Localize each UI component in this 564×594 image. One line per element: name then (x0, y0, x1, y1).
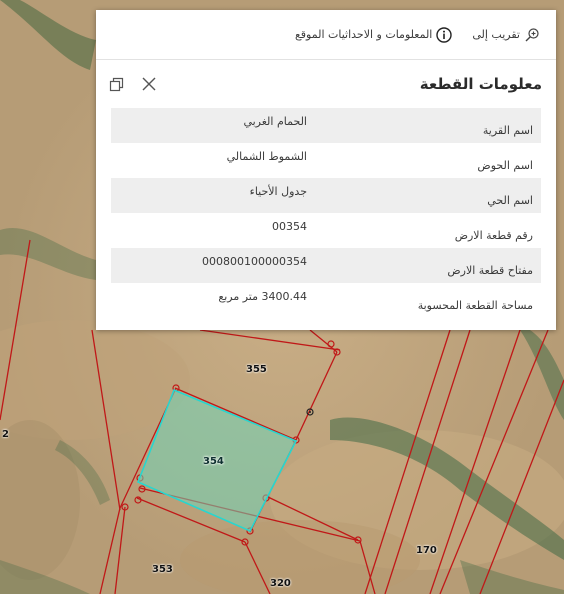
parcel-label-170: 170 (416, 545, 437, 556)
close-icon[interactable] (140, 75, 158, 93)
info-coordinates-label: المعلومات و الاحداثيات الموقع (294, 28, 433, 41)
table-row: مساحة القطعة المحسوبة 3400.44 متر مربع (111, 283, 541, 318)
parcel-label-2: 2 (2, 429, 9, 440)
zoom-in-icon (525, 27, 539, 41)
attribute-key: رقم قطعة الارض (454, 229, 533, 242)
attribute-key: اسم الحوض (477, 159, 533, 172)
table-row: اسم الحي جدول الأحياء (111, 178, 541, 213)
map-view[interactable]: 355 354 353 320 170 2 تقريب إلى المعلوما… (0, 0, 564, 594)
attribute-value: 000800100000354 (202, 255, 307, 268)
popup-header: معلومات القطعة (96, 60, 556, 108)
table-row: مفتاح قطعة الارض 000800100000354 (111, 248, 541, 283)
attribute-value: 00354 (272, 220, 307, 233)
popup-actions-bar: تقريب إلى المعلومات و الاحداثيات الموقع (96, 10, 556, 60)
attribute-value: جدول الأحياء (249, 185, 307, 198)
attribute-value: الشموط الشمالي (226, 150, 307, 163)
parcel-label-320: 320 (270, 578, 291, 589)
table-row: اسم الحوض الشموط الشمالي (111, 143, 541, 178)
attribute-key: مفتاح قطعة الارض (447, 264, 533, 277)
table-row: رقم قطعة الارض 00354 (111, 213, 541, 248)
parcel-label-355: 355 (246, 364, 267, 375)
info-icon (436, 26, 453, 43)
attribute-key: اسم الحي (487, 194, 533, 207)
attribute-value: الحمام الغربي (243, 115, 307, 128)
dock-icon[interactable] (108, 75, 126, 93)
popup-title: معلومات القطعة (419, 75, 542, 93)
attribute-table: اسم القرية الحمام الغربي اسم الحوض الشمو… (111, 108, 541, 318)
zoom-to-action[interactable]: تقريب إلى (472, 27, 540, 43)
attribute-value: 3400.44 متر مربع (218, 290, 307, 303)
attribute-key: اسم القرية (482, 124, 533, 137)
table-row: اسم القرية الحمام الغربي (111, 108, 541, 143)
parcel-label-353: 353 (152, 564, 173, 575)
parcel-label-354: 354 (203, 456, 224, 467)
zoom-to-label: تقريب إلى (472, 28, 520, 41)
parcel-info-popup: تقريب إلى المعلومات و الاحداثيات الموقع … (96, 10, 556, 330)
attribute-key: مساحة القطعة المحسوبة (417, 299, 533, 312)
info-coordinates-action[interactable]: المعلومات و الاحداثيات الموقع (294, 26, 453, 43)
